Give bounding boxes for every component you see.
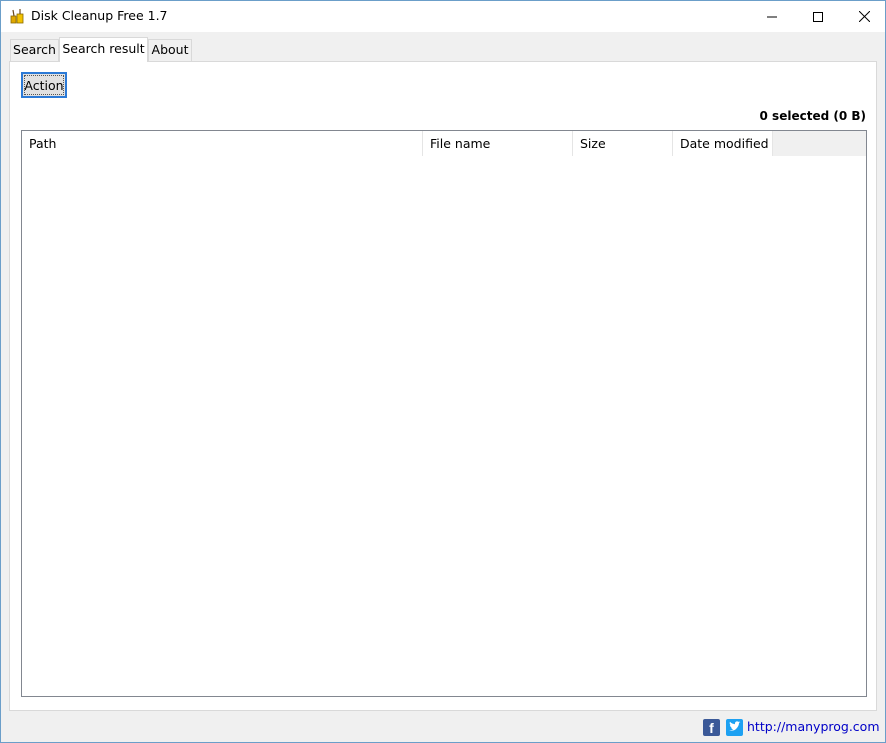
action-button[interactable]: Action	[21, 72, 67, 98]
search-result-page: Action 0 selected (0 B) Path File name S…	[9, 61, 877, 711]
column-header-file-name[interactable]: File name	[423, 131, 573, 156]
results-list[interactable]: Path File name Size Date modified	[21, 130, 867, 697]
column-header-filler	[773, 131, 866, 156]
selected-count-label: 0 selected (0 B)	[759, 109, 866, 123]
minimize-button[interactable]	[749, 1, 795, 32]
twitter-icon[interactable]	[726, 719, 743, 736]
twitter-bird-icon	[729, 721, 741, 731]
title-bar[interactable]: Disk Cleanup Free 1.7	[1, 1, 885, 32]
minimize-icon	[767, 16, 777, 17]
app-window: Disk Cleanup Free 1.7 Search Search resu…	[0, 0, 886, 743]
column-header-size[interactable]: Size	[573, 131, 673, 156]
close-icon	[858, 11, 870, 22]
window-title: Disk Cleanup Free 1.7	[31, 8, 168, 23]
column-header-date-modified[interactable]: Date modified	[673, 131, 773, 156]
tab-search-result[interactable]: Search result	[59, 37, 148, 62]
maximize-button[interactable]	[795, 1, 841, 32]
tab-search[interactable]: Search	[10, 39, 59, 61]
column-header-path[interactable]: Path	[22, 131, 423, 156]
tab-about[interactable]: About	[148, 39, 192, 61]
list-header: Path File name Size Date modified	[22, 131, 866, 156]
app-broom-icon	[10, 9, 24, 24]
status-bar: f http://manyprog.com	[1, 711, 885, 742]
facebook-icon[interactable]: f	[703, 719, 720, 736]
website-link[interactable]: http://manyprog.com	[747, 719, 880, 734]
close-button[interactable]	[841, 1, 886, 32]
tab-strip: Search Search result About	[1, 32, 885, 62]
maximize-icon	[813, 11, 823, 22]
